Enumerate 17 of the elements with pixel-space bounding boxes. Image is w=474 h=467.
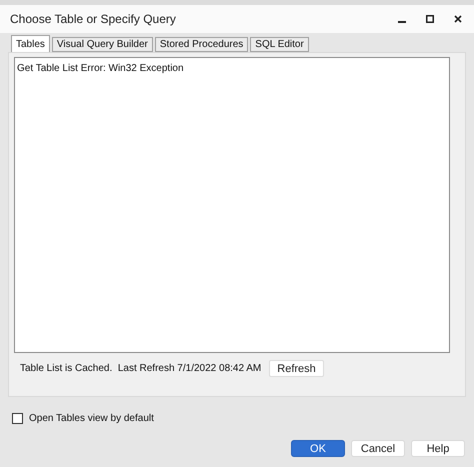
cache-status: Table List is Cached. Last Refresh 7/1/2022 08:42 AM <box>20 362 262 376</box>
dialog-button[interactable]: Cancel <box>351 440 405 457</box>
window-title: Choose Table or Specify Query <box>10 11 177 28</box>
dialog-button[interactable]: OK <box>291 440 345 457</box>
tab[interactable]: Visual Query Builder <box>52 37 153 52</box>
tab[interactable]: Tables <box>11 35 50 52</box>
minimize-icon[interactable] <box>398 20 406 24</box>
dialog-button[interactable]: Help <box>411 440 465 457</box>
maximize-icon[interactable] <box>426 15 434 23</box>
checkbox-label: Open Tables view by default <box>29 412 154 426</box>
tab[interactable]: Stored Procedures <box>154 37 248 52</box>
tab[interactable]: SQL Editor <box>250 37 309 52</box>
error-message: Get Table List Error: Win32 Exception <box>17 62 185 76</box>
close-icon[interactable] <box>454 15 462 23</box>
table-list[interactable]: Get Table List Error: Win32 Exception <box>14 57 450 353</box>
refresh-button[interactable]: Refresh <box>269 360 324 377</box>
checkbox[interactable] <box>12 413 23 424</box>
